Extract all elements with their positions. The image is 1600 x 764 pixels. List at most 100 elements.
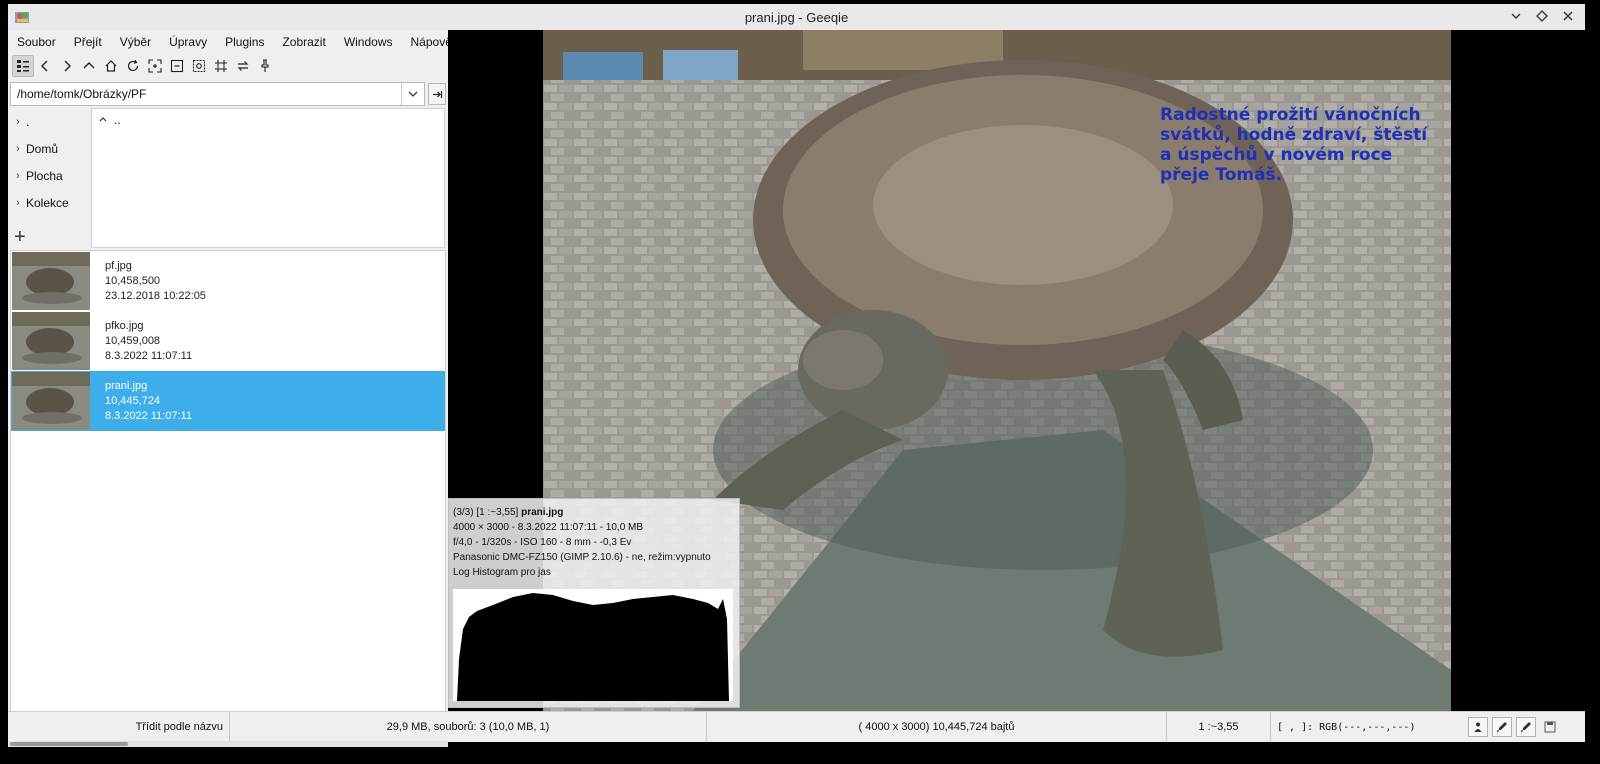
geeqie-window: prani.jpg - Geeqie Soubor Přejít Výběr Ú… [0, 0, 1600, 764]
menu-windows[interactable]: Windows [335, 30, 402, 54]
file-thumbnail [12, 312, 90, 370]
back-button[interactable] [34, 55, 56, 77]
scrollbar-thumb[interactable] [10, 742, 128, 746]
file-thumbnail [12, 372, 90, 430]
home-icon [105, 60, 117, 72]
back-icon [41, 60, 48, 72]
status-summary: 29,9 MB, souborů: 3 (10,0 MB, 1) [230, 712, 707, 742]
bookmark-item-collections[interactable]: › Kolekce [10, 189, 90, 216]
chevron-right-icon: › [16, 142, 20, 155]
luminance-histogram [453, 589, 733, 701]
swap-icon [237, 61, 249, 71]
menu-prejit[interactable]: Přejít [65, 30, 111, 54]
color-picker-alt-button[interactable] [1516, 717, 1536, 737]
window-title: prani.jpg - Geeqie [744, 10, 849, 25]
sort-button[interactable]: Třídit podle názvu [8, 712, 230, 742]
overlay-index: (3/3) [1 :~3,55] [453, 507, 522, 518]
bookmark-item-desktop[interactable]: › Plocha [10, 162, 90, 189]
overlay-dimensions: 4000 × 3000 - 8.3.2022 11:07:11 - 10,0 M… [453, 522, 644, 533]
chevron-down-icon [1511, 13, 1521, 19]
zoom-in-button[interactable] [144, 55, 166, 77]
zoom-out-icon [170, 59, 184, 73]
image-info-text: ( 4000 x 3000) 10,445,724 bajtů [858, 721, 1015, 733]
forward-button[interactable] [56, 55, 78, 77]
up-button[interactable] [78, 55, 100, 77]
overlay-filename: prani.jpg [521, 507, 564, 518]
menu-zobrazit[interactable]: Zobrazit [273, 30, 334, 54]
flip-button[interactable] [232, 55, 254, 77]
pin-icon [261, 59, 269, 72]
menu-upravy[interactable]: Úpravy [160, 30, 216, 54]
save-button[interactable] [1540, 717, 1560, 737]
bookmark-label: . [26, 114, 30, 129]
file-name: pf.jpg [105, 260, 132, 272]
zoom-100-button[interactable] [188, 55, 210, 77]
file-date: 8.3.2022 11:07:11 [105, 410, 193, 422]
home-button[interactable] [100, 55, 122, 77]
color-picker-button[interactable] [1492, 717, 1512, 737]
directory-list: .. [91, 108, 445, 248]
zoom-100-icon [192, 59, 206, 73]
bookmark-item-current[interactable]: ›. [10, 108, 90, 135]
chevron-right-icon: › [16, 196, 20, 209]
file-row[interactable]: pfko.jpg 10,459,008 8.3.2022 11:07:11 [11, 311, 445, 371]
zoom-in-icon [148, 59, 162, 73]
summary-text: 29,9 MB, souborů: 3 (10,0 MB, 1) [386, 721, 550, 733]
menu-bar: Soubor Přejít Výběr Úpravy Plugins Zobra… [8, 30, 465, 54]
diamond-icon [1536, 10, 1548, 22]
chevron-right-icon: › [16, 115, 20, 128]
enter-arrow-icon [432, 90, 442, 98]
zoom-fit-icon [215, 60, 227, 72]
zoom-out-button[interactable] [166, 55, 188, 77]
minimize-button[interactable] [1507, 7, 1525, 25]
zoom-fit-button[interactable] [210, 55, 232, 77]
file-size: 10,445,724 [105, 395, 161, 407]
bookmark-item-home[interactable]: › Domů [10, 135, 90, 162]
dir-item-parent[interactable]: .. [92, 109, 444, 131]
maximize-button[interactable] [1533, 7, 1551, 25]
status-zoom[interactable]: 1 :~3,55 [1167, 712, 1271, 742]
path-dropdown-button[interactable] [401, 83, 424, 105]
bookmark-label: Plocha [26, 168, 63, 183]
image-viewer[interactable]: Radostné prožití vánočních svátků, hodně… [448, 30, 1585, 711]
image-info-overlay: (3/3) [1 :~3,55] prani.jpg 4000 × 3000 -… [448, 498, 740, 708]
sort-label: Třídit podle názvu [135, 721, 223, 733]
chevron-right-icon: › [16, 169, 20, 182]
pin-button[interactable] [254, 55, 276, 77]
status-image-info: ( 4000 x 3000) 10,445,724 bajtů [707, 712, 1167, 742]
menu-soubor[interactable]: Soubor [8, 30, 65, 54]
status-bar: Třídit podle názvu 29,9 MB, souborů: 3 (… [8, 711, 1585, 742]
view-list-icon [17, 60, 29, 72]
bookmark-label: Domů [26, 141, 59, 156]
up-icon [83, 62, 95, 69]
file-size: 10,458,500 [105, 275, 161, 287]
refresh-icon [127, 59, 139, 72]
path-go-button[interactable] [428, 83, 446, 105]
info-toggle-button[interactable] [1468, 717, 1488, 737]
file-row-selected[interactable]: prani.jpg 10,445,724 8.3.2022 11:07:11 [11, 371, 445, 431]
greeting-text: Radostné prožití vánočních svátků, hodně… [1160, 105, 1428, 185]
file-name: prani.jpg [105, 380, 148, 392]
close-icon [1563, 11, 1573, 21]
eyedropper-icon [1496, 722, 1507, 733]
folder-up-icon [99, 117, 107, 122]
add-bookmark-button[interactable]: + [14, 226, 26, 249]
eyedropper-icon [1520, 722, 1531, 733]
status-pixel-info: [ , ]: RGB(---,---,---) [1271, 712, 1461, 742]
file-thumbnail [12, 252, 90, 310]
pixel-info-text: [ , ]: RGB(---,---,---) [1277, 721, 1416, 733]
person-info-icon [1474, 722, 1482, 732]
save-icon [1544, 721, 1556, 733]
horizontal-scrollbar[interactable] [8, 741, 448, 747]
refresh-button[interactable] [122, 55, 144, 77]
toolbar [8, 54, 452, 78]
title-bar: prani.jpg - Geeqie [8, 4, 1585, 31]
view-list-button[interactable] [12, 55, 34, 77]
plus-icon: + [14, 226, 26, 248]
bookmarks-panel: ›. › Domů › Plocha › Kolekce + [10, 108, 90, 248]
path-input[interactable] [11, 83, 403, 105]
close-button[interactable] [1559, 7, 1577, 25]
file-row[interactable]: pf.jpg 10,458,500 23.12.2018 10:22:05 [11, 251, 445, 311]
menu-vyber[interactable]: Výběr [111, 30, 160, 54]
menu-plugins[interactable]: Plugins [216, 30, 273, 54]
